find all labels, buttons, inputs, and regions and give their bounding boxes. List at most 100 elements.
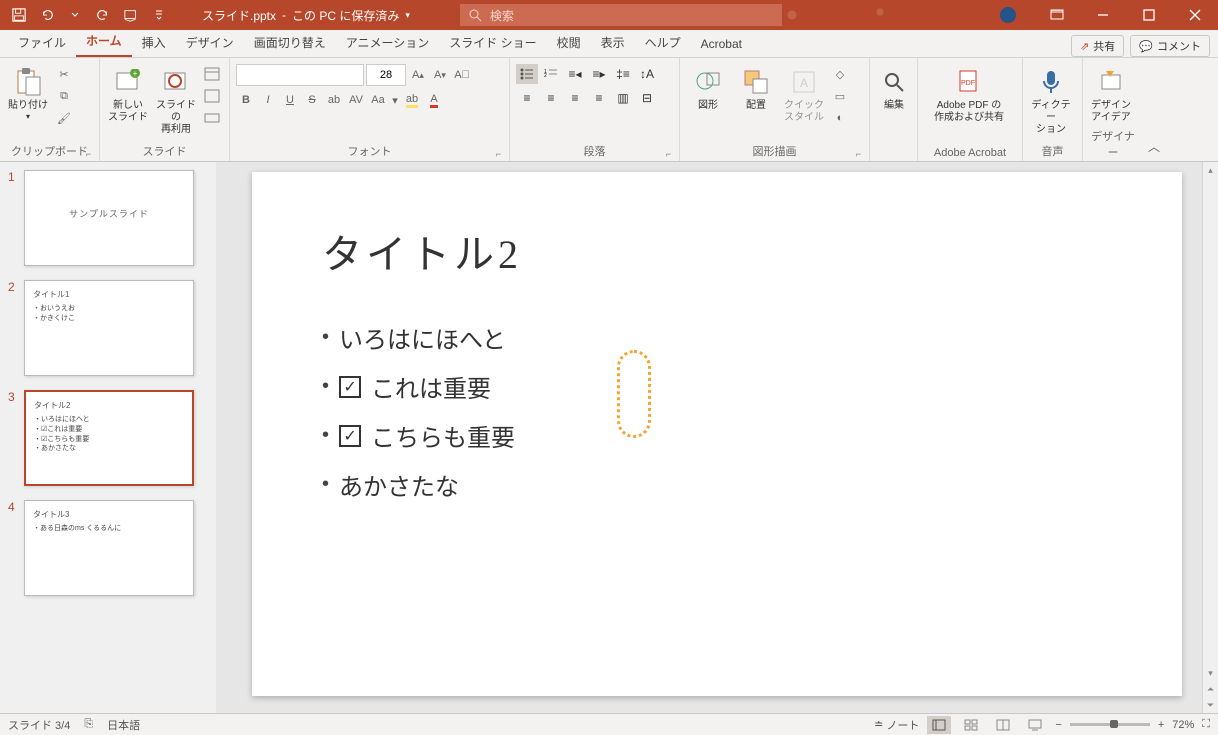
slide-title[interactable]: タイトル2: [322, 222, 1112, 280]
shapes-button[interactable]: 図形: [686, 64, 730, 114]
dialog-launcher-icon[interactable]: ⌐: [666, 149, 671, 159]
increase-font-icon[interactable]: A▴: [408, 65, 428, 85]
change-case-icon[interactable]: Aa: [368, 90, 388, 110]
notes-button[interactable]: ≐ ノート: [874, 717, 919, 733]
user-account[interactable]: [988, 0, 1034, 30]
slide-body-list[interactable]: •いろはにほへと •✓これは重要 •✓こちらも重要 •あかさたな: [322, 320, 1112, 502]
tab-file[interactable]: ファイル: [8, 30, 76, 57]
bold-icon[interactable]: B: [236, 90, 256, 110]
zoom-in-icon[interactable]: +: [1158, 719, 1164, 731]
list-item[interactable]: •あかさたな: [322, 467, 1112, 502]
tab-insert[interactable]: 挿入: [132, 30, 176, 57]
zoom-level[interactable]: 72%: [1172, 719, 1194, 731]
slide-thumbnail-panel[interactable]: 1 サンプルスライド 2 タイトル1・おいうえお ・かきくけこ 3 タイトル2・…: [0, 162, 216, 713]
indent-dec-icon[interactable]: ≡◂: [564, 64, 586, 84]
editing-button[interactable]: 編集: [876, 64, 912, 114]
tab-slideshow[interactable]: スライド ショー: [439, 30, 546, 57]
tab-review[interactable]: 校閲: [547, 30, 591, 57]
bullets-icon[interactable]: [516, 64, 538, 84]
slide-thumbnail[interactable]: 2 タイトル1・おいうえお ・かきくけこ: [8, 280, 208, 376]
minimize-icon[interactable]: [1080, 0, 1126, 30]
font-size-input[interactable]: [366, 64, 406, 86]
tab-design[interactable]: デザイン: [176, 30, 244, 57]
save-status-dropdown-icon[interactable]: ▾: [405, 10, 410, 21]
accessibility-icon[interactable]: ⎘: [84, 718, 93, 731]
tab-view[interactable]: 表示: [591, 30, 635, 57]
scroll-up-icon[interactable]: ▴: [1203, 162, 1218, 178]
align-text-icon[interactable]: ⊟: [636, 88, 658, 108]
save-icon[interactable]: [6, 2, 32, 28]
format-painter-icon[interactable]: 🖌: [54, 108, 74, 128]
slideshow-view-icon[interactable]: [1023, 716, 1047, 734]
slide-thumbnail[interactable]: 1 サンプルスライド: [8, 170, 208, 266]
scroll-down-icon[interactable]: ▾: [1203, 665, 1218, 681]
paste-button[interactable]: 貼り付け ▾: [6, 64, 50, 123]
dictation-button[interactable]: ディクテー ション: [1029, 64, 1073, 138]
list-item[interactable]: •いろはにほへと: [322, 320, 1112, 355]
qat-more-icon[interactable]: [146, 2, 172, 28]
fit-to-window-icon[interactable]: ⛶: [1202, 718, 1210, 731]
columns-icon[interactable]: ▥: [612, 88, 634, 108]
italic-icon[interactable]: I: [258, 90, 278, 110]
language-indicator[interactable]: 日本語: [107, 717, 140, 733]
line-spacing-icon[interactable]: ‡≡: [612, 64, 634, 84]
dialog-launcher-icon[interactable]: ⌐: [496, 149, 501, 159]
prev-slide-icon[interactable]: ⏶: [1203, 681, 1218, 697]
shape-effects-icon[interactable]: ◐: [830, 108, 850, 128]
indent-inc-icon[interactable]: ≡▸: [588, 64, 610, 84]
collapse-ribbon-icon[interactable]: ︿: [1143, 58, 1165, 161]
undo-icon[interactable]: [34, 2, 60, 28]
slide-thumbnail[interactable]: 4 タイトル3・ある日森のms くるるんに: [8, 500, 208, 596]
new-slide-button[interactable]: + 新しい スライド: [106, 64, 150, 126]
copy-icon[interactable]: ⧉: [54, 86, 74, 106]
comments-button[interactable]: 💬コメント: [1130, 35, 1210, 57]
numbering-icon[interactable]: 12: [540, 64, 562, 84]
section-icon[interactable]: [202, 108, 222, 128]
list-item[interactable]: •✓これは重要: [322, 369, 1112, 404]
vertical-scrollbar[interactable]: ▴ ▾ ⏶ ⏷: [1202, 162, 1218, 713]
next-slide-icon[interactable]: ⏷: [1203, 697, 1218, 713]
undo-dropdown-icon[interactable]: [62, 2, 88, 28]
dialog-launcher-icon[interactable]: ⌐: [86, 149, 91, 159]
tab-home[interactable]: ホーム: [76, 28, 132, 57]
strike-icon[interactable]: S: [302, 90, 322, 110]
tab-transitions[interactable]: 画面切り替え: [244, 30, 336, 57]
shape-fill-icon[interactable]: ◇: [830, 64, 850, 84]
sorter-view-icon[interactable]: [959, 716, 983, 734]
ribbon-display-icon[interactable]: [1034, 0, 1080, 30]
justify-icon[interactable]: ≡: [588, 88, 610, 108]
reuse-slides-button[interactable]: スライドの 再利用: [154, 64, 198, 138]
maximize-icon[interactable]: [1126, 0, 1172, 30]
layout-icon[interactable]: [202, 64, 222, 84]
tab-help[interactable]: ヘルプ: [635, 30, 691, 57]
dialog-launcher-icon[interactable]: ⌐: [856, 149, 861, 159]
search-box[interactable]: 検索: [460, 4, 782, 26]
normal-view-icon[interactable]: [927, 716, 951, 734]
text-direction-icon[interactable]: ↕A: [636, 64, 658, 84]
from-beginning-icon[interactable]: [118, 2, 144, 28]
clear-format-icon[interactable]: A⃠: [452, 65, 472, 85]
adobe-pdf-button[interactable]: PDF Adobe PDF の 作成および共有: [924, 64, 1014, 126]
design-ideas-button[interactable]: デザイン アイデア: [1089, 64, 1133, 126]
current-slide[interactable]: タイトル2 •いろはにほへと •✓これは重要 •✓こちらも重要 •あかさたな: [252, 172, 1182, 696]
tab-animations[interactable]: アニメーション: [336, 30, 440, 57]
font-family-select[interactable]: [236, 64, 364, 86]
tab-acrobat[interactable]: Acrobat: [691, 33, 752, 57]
slide-thumbnail[interactable]: 3 タイトル2・いろはにほへと ・☑これは重要 ・☑こちらも重要 ・あかさたな: [8, 390, 208, 486]
close-icon[interactable]: [1172, 0, 1218, 30]
align-center-icon[interactable]: ≡: [540, 88, 562, 108]
slide-editor-area[interactable]: タイトル2 •いろはにほへと •✓これは重要 •✓こちらも重要 •あかさたな ▴…: [216, 162, 1218, 713]
list-item[interactable]: •✓こちらも重要: [322, 418, 1112, 453]
share-button[interactable]: ⇗共有: [1071, 35, 1124, 57]
font-color-icon[interactable]: A: [424, 90, 444, 110]
shadow-icon[interactable]: ab: [324, 90, 344, 110]
arrange-button[interactable]: 配置: [734, 64, 778, 114]
zoom-slider[interactable]: [1070, 723, 1150, 726]
reading-view-icon[interactable]: [991, 716, 1015, 734]
zoom-out-icon[interactable]: −: [1055, 719, 1061, 731]
decrease-font-icon[interactable]: A▾: [430, 65, 450, 85]
align-right-icon[interactable]: ≡: [564, 88, 586, 108]
align-left-icon[interactable]: ≡: [516, 88, 538, 108]
cut-icon[interactable]: ✂: [54, 64, 74, 84]
redo-icon[interactable]: [90, 2, 116, 28]
